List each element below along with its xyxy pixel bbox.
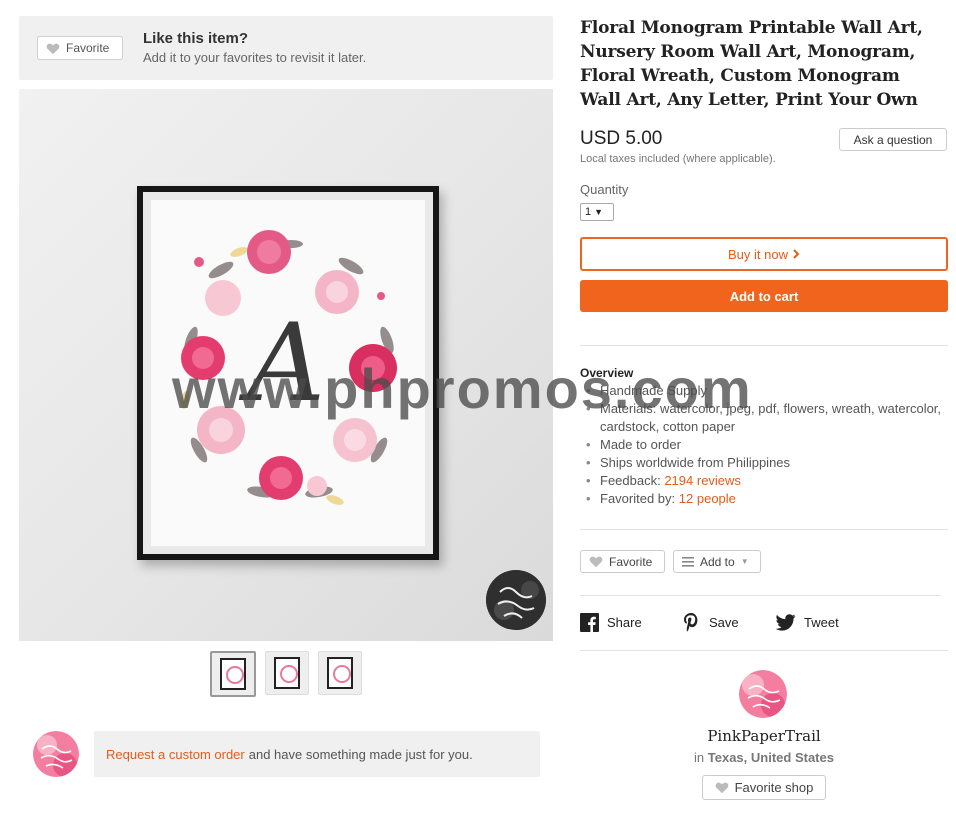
add-to-cart-button[interactable]: Add to cart bbox=[580, 280, 948, 312]
thumbnail-1[interactable] bbox=[210, 651, 256, 697]
list-icon bbox=[682, 556, 694, 567]
favorite-shop-label: Favorite shop bbox=[734, 780, 814, 795]
heart-icon bbox=[46, 43, 60, 54]
share-twitter-label: Tweet bbox=[804, 614, 839, 630]
thumbnail-strip bbox=[210, 651, 362, 697]
product-title: Floral Monogram Printable Wall Art, Nurs… bbox=[580, 18, 923, 110]
favorite-prompt-title: Like this item? bbox=[143, 30, 249, 47]
favorite-shop-button[interactable]: Favorite shop bbox=[702, 775, 826, 800]
dropdown-arrow-icon: ▼ bbox=[740, 557, 749, 566]
overview-item: Handmade Supply bbox=[584, 382, 948, 400]
buy-it-now-label: Buy it now bbox=[728, 246, 788, 262]
tax-note: Local taxes included (where applicable). bbox=[580, 153, 776, 165]
buy-it-now-button[interactable]: Buy it now bbox=[580, 237, 948, 271]
product-price: USD 5.00 bbox=[580, 128, 663, 149]
quantity-value: 1 bbox=[585, 206, 592, 218]
shop-location-prefix: in bbox=[694, 750, 705, 765]
shop-location-value: Texas, United States bbox=[707, 750, 834, 765]
dropdown-arrow-icon: ▼ bbox=[594, 207, 604, 217]
favorite-button[interactable]: Favorite bbox=[37, 36, 123, 60]
ask-question-button[interactable]: Ask a question bbox=[839, 128, 947, 151]
divider bbox=[580, 595, 941, 596]
quantity-select[interactable]: 1 ▼ bbox=[580, 203, 614, 221]
add-to-label: Add to bbox=[700, 554, 735, 569]
overview-item: Materials: watercolor, jpeg, pdf, flower… bbox=[584, 400, 948, 436]
monogram-print: A bbox=[143, 192, 433, 554]
overview-title: Overview bbox=[580, 366, 634, 380]
favorite-item-label: Favorite bbox=[609, 554, 653, 569]
feedback-reviews-link[interactable]: 2194 reviews bbox=[664, 473, 741, 488]
share-pinterest-label: Save bbox=[709, 614, 739, 630]
overview-item-favorited: Favorited by: 12 people bbox=[584, 490, 948, 508]
product-main-image[interactable]: A bbox=[19, 89, 553, 641]
overview-list: Handmade Supply Materials: watercolor, j… bbox=[584, 382, 948, 508]
divider bbox=[580, 529, 948, 530]
heart-icon bbox=[589, 556, 603, 568]
monogram-letter: A bbox=[247, 301, 325, 426]
shop-location: in Texas, United States bbox=[580, 750, 948, 765]
favorite-prompt-subtitle: Add it to your favorites to revisit it l… bbox=[143, 50, 367, 65]
custom-order-text: and have something made just for you. bbox=[248, 746, 473, 762]
custom-order-box: Request a custom order and have somethin… bbox=[94, 731, 540, 777]
divider bbox=[580, 650, 948, 651]
divider bbox=[580, 345, 948, 346]
chevron-right-icon bbox=[793, 249, 800, 259]
share-pinterest[interactable]: Save bbox=[682, 611, 739, 633]
overview-item: Ships worldwide from Philippines bbox=[584, 454, 948, 472]
add-to-list-button[interactable]: Add to ▼ bbox=[673, 550, 761, 573]
shop-name[interactable]: PinkPaperTrail bbox=[580, 727, 948, 745]
facebook-icon bbox=[580, 612, 599, 632]
thumbnail-2[interactable] bbox=[265, 651, 309, 695]
picture-frame: A bbox=[137, 186, 439, 560]
favorite-prompt: Favorite Like this item? Add it to your … bbox=[19, 16, 553, 80]
quantity-label: Quantity bbox=[580, 182, 629, 197]
feedback-label: Feedback: bbox=[600, 473, 661, 488]
share-twitter[interactable]: Tweet bbox=[776, 611, 839, 633]
favorited-people-link[interactable]: 12 people bbox=[679, 491, 736, 506]
thumbnail-3[interactable] bbox=[318, 651, 362, 695]
pinterest-icon bbox=[684, 613, 698, 632]
request-custom-order-link[interactable]: Request a custom order bbox=[106, 747, 245, 762]
favorite-button-label: Favorite bbox=[66, 41, 110, 55]
brand-watermark-logo bbox=[486, 570, 546, 630]
shop-avatar-small[interactable] bbox=[33, 731, 79, 777]
share-facebook[interactable]: Share bbox=[580, 611, 642, 633]
share-facebook-label: Share bbox=[607, 614, 642, 630]
shop-avatar[interactable] bbox=[739, 670, 787, 718]
overview-item: Made to order bbox=[584, 436, 948, 454]
heart-icon bbox=[715, 782, 728, 794]
overview-item-feedback: Feedback: 2194 reviews bbox=[584, 472, 948, 490]
favorite-item-button[interactable]: Favorite bbox=[580, 550, 665, 573]
favorited-label: Favorited by: bbox=[600, 491, 676, 506]
twitter-icon bbox=[776, 613, 796, 631]
